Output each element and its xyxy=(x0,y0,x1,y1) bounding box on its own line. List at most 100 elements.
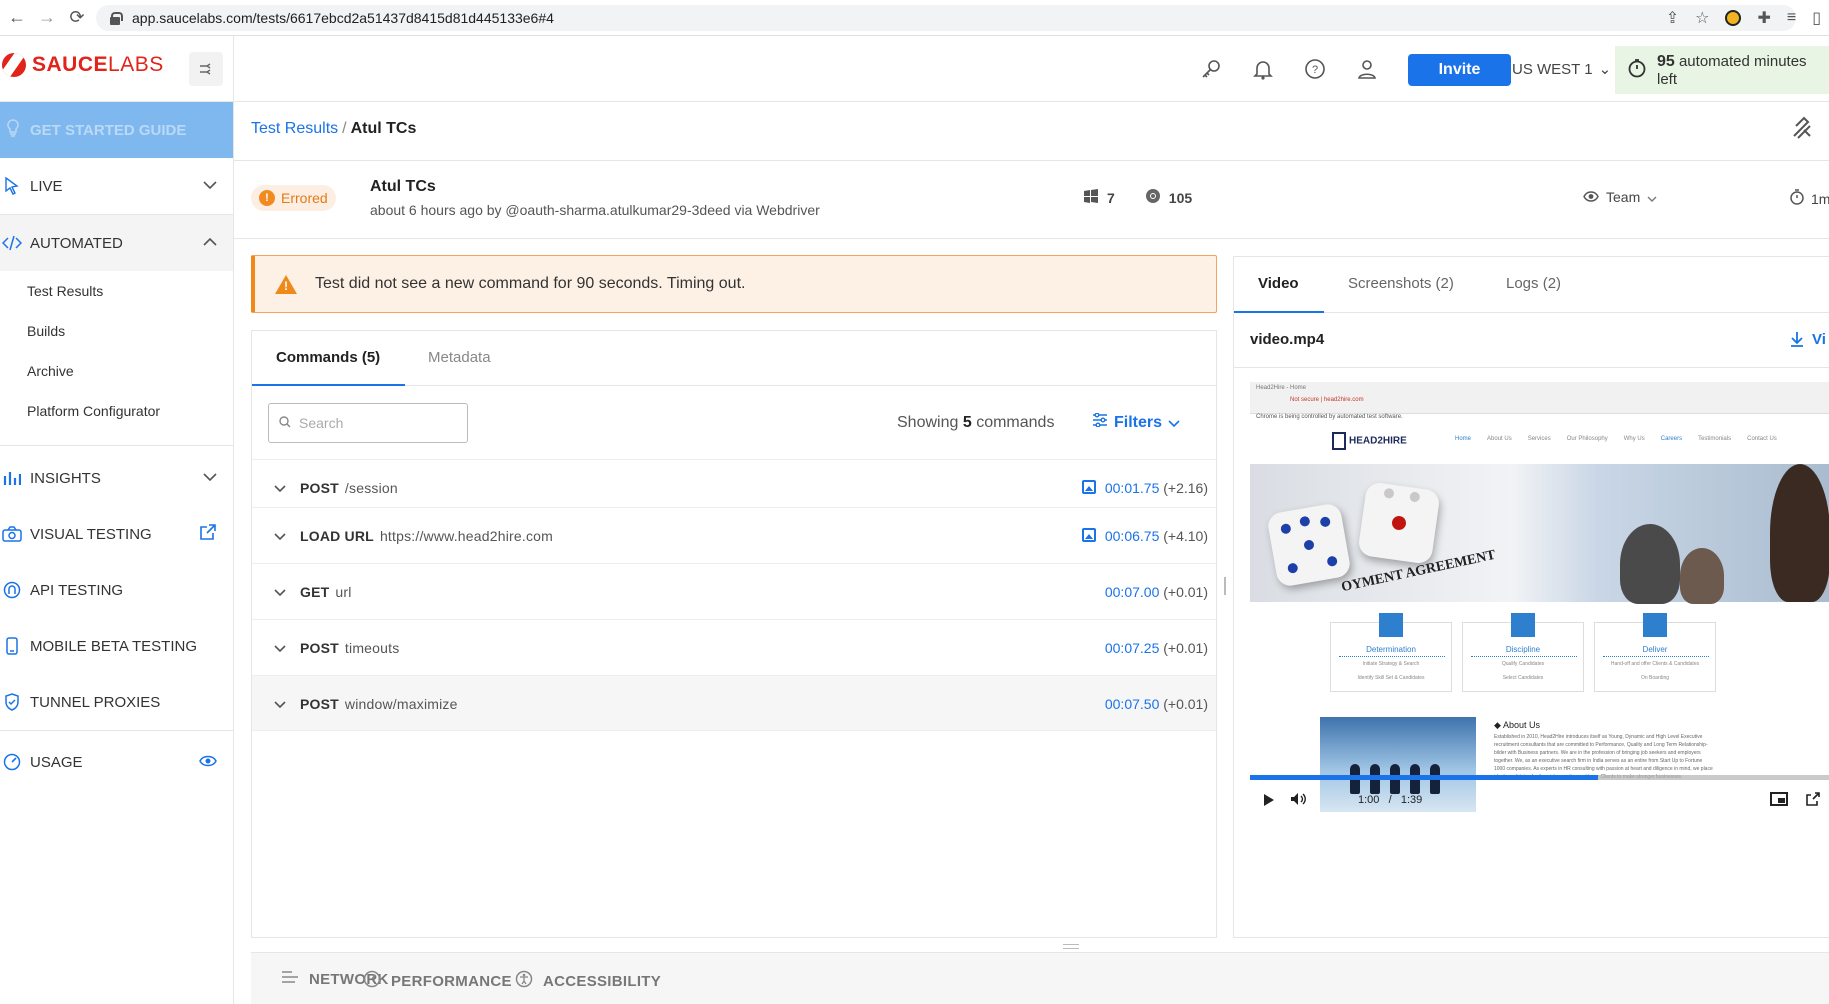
command-row[interactable]: LOAD URL https://www.head2hire.com 00:06.… xyxy=(252,507,1216,563)
accessibility-icon xyxy=(515,970,533,992)
extension-icon[interactable] xyxy=(1725,10,1742,26)
accessibility-tab[interactable]: ACCESSIBILITY xyxy=(515,970,661,992)
jenkins-icon[interactable] xyxy=(1790,116,1814,143)
flag-icon xyxy=(1379,613,1403,637)
video-player[interactable]: Head2Hire - Home Not secure | head2hire.… xyxy=(1250,382,1829,852)
command-row[interactable]: GET url 00:07.00 (+0.01) xyxy=(252,563,1216,619)
sidebar-item-live[interactable]: LIVE xyxy=(0,158,233,214)
region-selector[interactable]: US WEST 1 ⌄ xyxy=(1512,60,1611,79)
tab-logs[interactable]: Logs (2) xyxy=(1506,275,1561,292)
saucelabs-logo[interactable]: SAUCELABS xyxy=(2,53,164,77)
invite-button[interactable]: Invite xyxy=(1408,54,1511,86)
user-icon[interactable] xyxy=(1356,58,1378,80)
chevron-down-icon[interactable] xyxy=(274,640,286,656)
sidebar-subitem-test-results[interactable]: Test Results xyxy=(27,283,103,299)
download-video-button[interactable]: Vi xyxy=(1790,331,1826,351)
chevron-down-icon[interactable] xyxy=(274,480,286,496)
checkbox-icon xyxy=(1511,613,1535,637)
warning-icon: ! xyxy=(275,274,297,294)
visibility-selector[interactable]: Team xyxy=(1583,189,1657,205)
puzzle-icon[interactable]: ✚ xyxy=(1757,8,1770,28)
tab-screenshots[interactable]: Screenshots (2) xyxy=(1348,275,1454,292)
video-panel: Video Screenshots (2) Logs (2) video.mp4… xyxy=(1233,256,1829,938)
chevron-down-icon[interactable] xyxy=(274,696,286,712)
play-icon[interactable] xyxy=(1264,794,1274,806)
site-nav-item: Contact Us xyxy=(1747,436,1777,442)
sidebar-subitem-archive[interactable]: Archive xyxy=(27,363,74,379)
performance-tab[interactable]: PERFORMANCE xyxy=(363,970,512,992)
sidebar-subitem-builds[interactable]: Builds xyxy=(27,323,65,339)
key-icon[interactable] xyxy=(1200,58,1222,80)
header-icons: ? xyxy=(1200,36,1378,102)
side-panel-icon[interactable]: ▯ xyxy=(1812,8,1821,28)
command-row[interactable]: POST timeouts 00:07.25 (+0.01) xyxy=(252,619,1216,675)
sliders-icon xyxy=(1092,412,1108,432)
sidebar-item-insights[interactable]: INSIGHTS xyxy=(0,450,233,506)
logo-text-bold: SAUCE xyxy=(32,53,109,76)
head2hire-logo: HEAD2HIRE xyxy=(1332,432,1407,450)
tab-video[interactable]: Video xyxy=(1258,275,1299,292)
screenshot-icon[interactable] xyxy=(1082,528,1096,542)
bookmark-star-icon[interactable]: ☆ xyxy=(1695,8,1709,28)
video-filename: video.mp4 xyxy=(1250,331,1325,348)
forward-icon[interactable]: → xyxy=(34,5,60,31)
site-nav-item: Services xyxy=(1527,436,1551,442)
sidebar-item-mobile-beta-testing[interactable]: MOBILE BETA TESTING xyxy=(0,618,233,674)
camera-icon xyxy=(2,524,22,544)
command-row[interactable]: POST window/maximize 00:07.50 (+0.01) xyxy=(252,675,1216,731)
tab-commands[interactable]: Commands (5) xyxy=(276,349,380,366)
warning-message: Test did not see a new command for 90 se… xyxy=(315,275,746,292)
command-time[interactable]: 00:07.25 (+0.01) xyxy=(1105,640,1208,656)
sidebar-item-tunnel-proxies[interactable]: TUNNEL PROXIES xyxy=(0,674,233,730)
sidebar-item-visual-testing[interactable]: VISUAL TESTING xyxy=(0,506,233,562)
command-path: /session xyxy=(344,480,398,496)
command-time[interactable]: 00:06.75 (+4.10) xyxy=(1105,528,1208,544)
test-name: Atul TCs xyxy=(370,178,436,195)
reading-list-icon[interactable]: ≡ xyxy=(1787,9,1796,27)
sidebar-item-get-started[interactable]: GET STARTED GUIDE xyxy=(0,102,233,158)
volume-icon[interactable] xyxy=(1290,792,1306,809)
address-bar[interactable]: app.saucelabs.com/tests/6617ebcd2a51437d… xyxy=(96,5,1796,31)
screenshot-icon[interactable] xyxy=(1082,480,1096,494)
collapse-sidebar-button[interactable] xyxy=(189,52,223,86)
chevron-down-icon xyxy=(203,176,217,193)
back-icon[interactable]: ← xyxy=(4,5,30,31)
chevron-down-icon[interactable] xyxy=(274,528,286,544)
sidebar-item-label: TUNNEL PROXIES xyxy=(30,693,161,711)
service-card: Determination Initiate Strategy & Search… xyxy=(1330,613,1452,692)
video-tabs: Video Screenshots (2) Logs (2) xyxy=(1234,257,1829,313)
breadcrumb-test-results[interactable]: Test Results xyxy=(251,120,338,137)
fullscreen-icon[interactable] xyxy=(1806,792,1820,809)
sidebar-subitem-platform-configurator[interactable]: Platform Configurator xyxy=(27,403,160,419)
command-time[interactable]: 00:07.00 (+0.01) xyxy=(1105,584,1208,600)
sidebar-item-automated[interactable]: AUTOMATED xyxy=(0,215,233,271)
share-icon[interactable]: ⇪ xyxy=(1666,8,1679,28)
command-search-input[interactable]: Search xyxy=(268,403,468,443)
chevron-down-icon[interactable] xyxy=(274,584,286,600)
command-path: window/maximize xyxy=(344,696,458,712)
windows-icon xyxy=(1083,188,1099,207)
panel-resize-handle[interactable] xyxy=(1224,577,1226,595)
sidebar-item-usage[interactable]: USAGE xyxy=(0,734,233,790)
help-icon[interactable]: ? xyxy=(1304,58,1326,80)
service-cards: Determination Initiate Strategy & Search… xyxy=(1330,613,1720,692)
command-time[interactable]: 00:07.50 (+0.01) xyxy=(1105,696,1208,712)
breadcrumb-separator: / xyxy=(342,120,347,137)
lightbulb-icon xyxy=(6,119,20,141)
about-title: ◆ About Us xyxy=(1494,720,1540,730)
browser-toolbar: ← → ⟳ app.saucelabs.com/tests/6617ebcd2a… xyxy=(0,0,1829,36)
tab-metadata[interactable]: Metadata xyxy=(428,349,491,366)
command-time[interactable]: 00:01.75 (+2.16) xyxy=(1105,480,1208,496)
url-text: app.saucelabs.com/tests/6617ebcd2a51437d… xyxy=(132,10,554,26)
command-method: POST/session xyxy=(300,480,398,496)
eye-icon[interactable] xyxy=(199,754,217,771)
picture-in-picture-icon[interactable] xyxy=(1770,792,1788,806)
sidebar-item-label: GET STARTED GUIDE xyxy=(30,121,187,139)
reload-icon[interactable]: ⟳ xyxy=(64,5,90,31)
sidebar-item-api-testing[interactable]: API TESTING xyxy=(0,562,233,618)
recorded-site-nav: Home About Us Services Our Philosophy Wh… xyxy=(1455,436,1777,442)
filters-button[interactable]: Filters xyxy=(1092,412,1180,432)
test-duration: 1m xyxy=(1789,189,1829,208)
bottom-resize-handle[interactable] xyxy=(1063,944,1079,949)
bell-icon[interactable] xyxy=(1252,58,1274,80)
